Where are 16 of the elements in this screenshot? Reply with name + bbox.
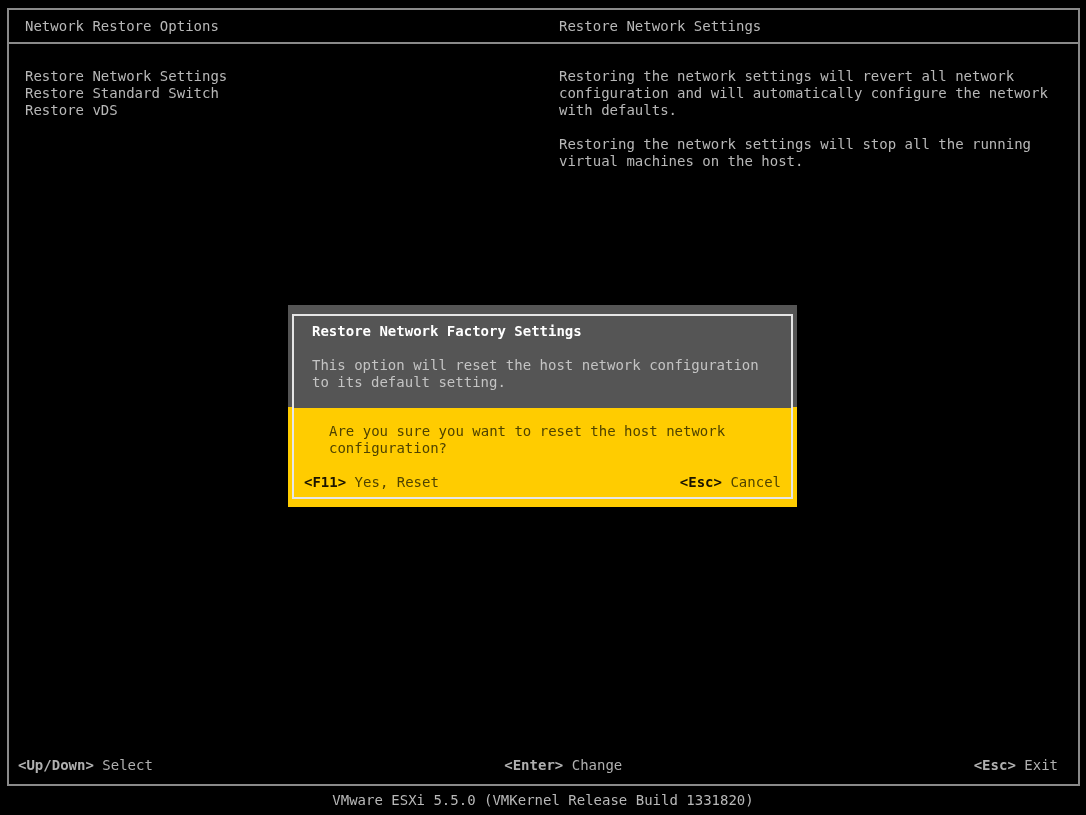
panel-title: Restore Network Settings	[558, 17, 763, 35]
key-hint[interactable]: <Enter> Change	[504, 757, 623, 774]
dialog-message: This option will reset the host network configuration to its default setting.	[312, 357, 760, 391]
confirm-question: Are you sure you want to reset the host network configuration?	[328, 423, 727, 457]
dialog-action[interactable]: <F11> Yes, Reset	[304, 474, 439, 491]
description-text: Restoring the network settings will revert all network configuration and will automatically configure the network with defaults.	[559, 68, 1049, 119]
menu-item[interactable]: Restore Standard Switch	[25, 85, 219, 102]
description-text: Restoring the network settings will stop all the running virtual machines on the host.	[559, 136, 1032, 170]
panel-title: Network Restore Options	[24, 17, 220, 35]
key-hint[interactable]: <Esc> Exit	[973, 757, 1058, 774]
version-text: VMware ESXi 5.5.0 (VMKernel Release Build 1331820)	[331, 791, 755, 810]
key-hint[interactable]: <Up/Down> Select	[18, 757, 153, 774]
menu-item[interactable]: Restore Network Settings	[25, 68, 228, 85]
menu-item[interactable]: Restore vDS	[25, 102, 118, 119]
dialog-action[interactable]: <Esc> Cancel	[679, 474, 781, 491]
dialog-title: Restore Network Factory Settings	[312, 323, 583, 340]
